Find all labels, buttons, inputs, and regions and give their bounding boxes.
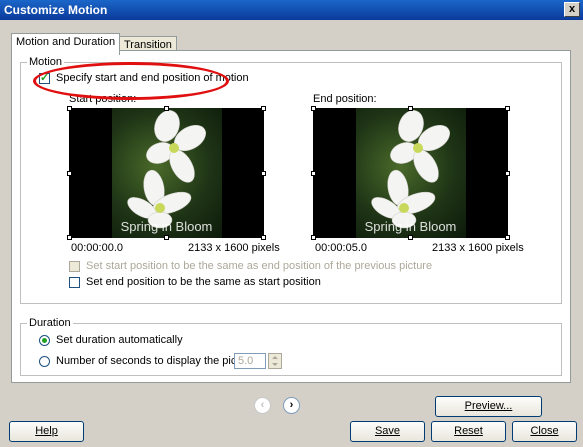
highlight-annotation [33,62,229,100]
crop-handle[interactable] [505,235,510,240]
crop-handle[interactable] [311,235,316,240]
same-as-previous-checkbox[interactable] [69,261,80,272]
crop-handle[interactable] [67,235,72,240]
same-as-previous-label: Set start position to be the same as end… [86,260,433,272]
crop-handle[interactable] [164,106,169,111]
crop-handle[interactable] [311,106,316,111]
end-position-preview[interactable]: Spring in Bloom [313,108,508,238]
duration-auto-radio[interactable] [39,335,50,346]
crop-handle[interactable] [261,106,266,111]
crop-handle[interactable] [261,235,266,240]
tab-motion-and-duration[interactable]: Motion and Duration [11,33,121,55]
window-title: Customize Motion [4,3,108,17]
start-photo-caption: Spring in Bloom [120,219,213,234]
previous-picture-button[interactable]: ‹ [254,397,271,414]
crop-handle[interactable] [408,106,413,111]
crop-handle[interactable] [408,235,413,240]
duration-seconds-radio[interactable] [39,356,50,367]
title-bar: Customize Motion x [0,0,583,20]
crop-handle[interactable] [67,106,72,111]
same-as-start-checkbox[interactable] [69,277,80,288]
save-button[interactable]: Save [350,421,425,442]
crop-handle[interactable] [164,235,169,240]
seconds-spinner[interactable] [268,353,282,369]
seconds-input[interactable]: 5.0 [234,353,266,369]
start-size: 2133 x 1600 pixels [188,242,280,254]
duration-group: Duration [20,317,562,376]
start-time: 00:00:00.0 [71,242,123,254]
duration-group-label: Duration [27,317,73,329]
duration-auto-label: Set duration automatically [56,334,183,346]
duration-seconds-label: Number of seconds to display the picture [56,355,256,367]
end-size: 2133 x 1600 pixels [432,242,524,254]
start-position-preview[interactable]: Spring in Bloom [69,108,264,238]
preview-button[interactable]: Preview... [435,396,542,417]
crop-handle[interactable] [67,171,72,176]
close-window-button[interactable]: x [564,2,580,17]
reset-button[interactable]: Reset [431,421,506,442]
crop-handle[interactable] [311,171,316,176]
close-button[interactable]: Close [512,421,577,442]
crop-handle[interactable] [261,171,266,176]
end-time: 00:00:05.0 [315,242,367,254]
end-photo-caption: Spring in Bloom [364,219,457,234]
same-as-start-label: Set end position to be the same as start… [86,276,321,288]
next-picture-button[interactable]: › [283,397,300,414]
crop-handle[interactable] [505,171,510,176]
end-position-heading: End position: [313,93,377,105]
tab-panel: Motion Specify start and end position of… [11,50,571,383]
crop-handle[interactable] [505,106,510,111]
help-button[interactable]: Help [9,421,84,442]
motion-group-label: Motion [27,56,65,68]
